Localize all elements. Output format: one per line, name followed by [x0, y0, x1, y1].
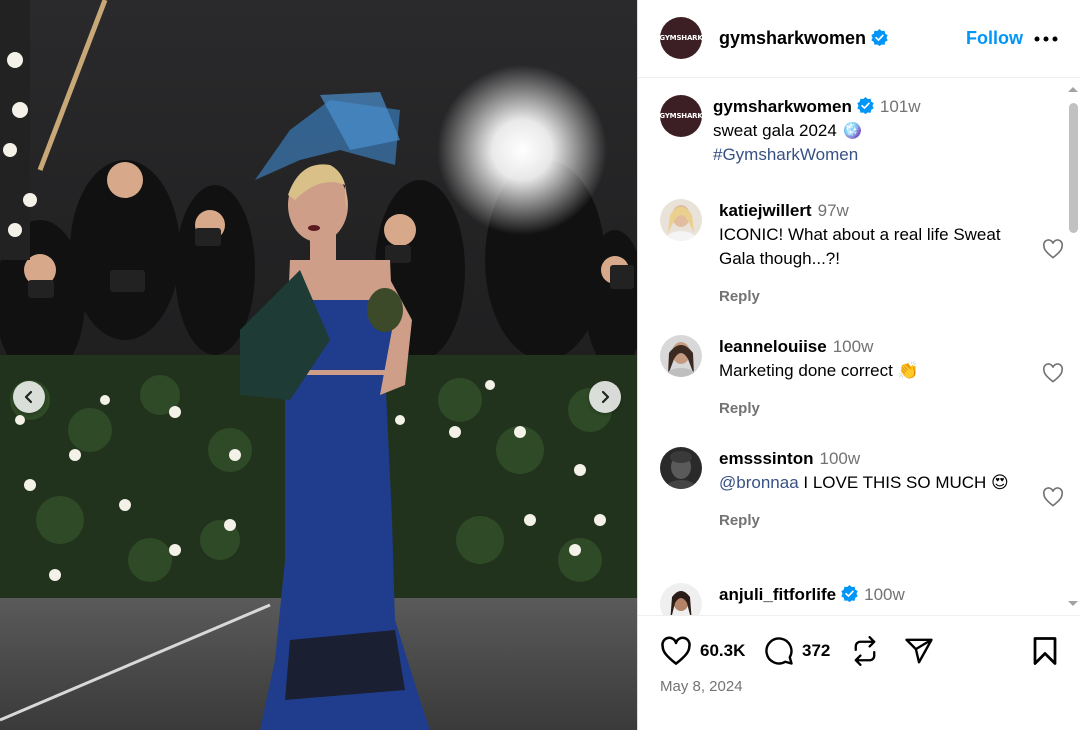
next-photo-button[interactable]: [589, 381, 621, 413]
reply-button[interactable]: Reply: [719, 509, 1009, 533]
header-username-text[interactable]: gymsharkwomen: [719, 28, 866, 48]
verified-icon: [871, 29, 888, 46]
avatar[interactable]: [660, 447, 702, 489]
repost-icon: [854, 636, 876, 666]
caption-age[interactable]: 101w: [880, 97, 921, 116]
prev-arrow-icon: [24, 390, 33, 404]
post-media[interactable]: [0, 0, 637, 730]
reply-button[interactable]: Reply: [719, 397, 1009, 421]
comment-button[interactable]: 372: [764, 636, 830, 666]
caption-text: sweat gala 2024 🪩: [713, 121, 863, 140]
next-arrow-icon: [601, 390, 610, 404]
comment-username[interactable]: emsssinton: [719, 449, 813, 468]
like-comment-heart-icon[interactable]: [1042, 239, 1064, 259]
save-button[interactable]: [1032, 636, 1058, 666]
scroll-up-arrow-icon[interactable]: [1067, 85, 1079, 93]
heart-icon: [661, 636, 691, 665]
avatar[interactable]: GYMSHARK: [659, 95, 703, 137]
caption-hashtag[interactable]: #GymsharkWomen: [713, 145, 858, 164]
share-icon: [905, 638, 933, 664]
comment-icon: [765, 637, 793, 665]
comment-age[interactable]: 100w: [864, 585, 905, 604]
scroll-down-arrow-icon[interactable]: [1067, 600, 1079, 608]
post-side-panel: GYMSHARK gymsharkwomen Follow GYMSHARK g…: [637, 0, 1080, 730]
verified-icon: [841, 585, 858, 602]
comment-mention[interactable]: @bronnaa: [719, 473, 799, 492]
reply-button[interactable]: Reply: [719, 285, 1009, 309]
comment-username[interactable]: anjuli_fitforlife: [719, 585, 836, 604]
post-date[interactable]: May 8, 2024: [660, 678, 743, 695]
avatar-brand-text: GYMSHARK: [659, 112, 703, 120]
post-header: GYMSHARK gymsharkwomen Follow: [638, 0, 1080, 78]
scrollbar-thumb[interactable]: [1069, 103, 1078, 233]
like-comment-heart-icon[interactable]: [1042, 487, 1064, 507]
more-icon[interactable]: [1034, 36, 1058, 42]
share-button[interactable]: [903, 636, 935, 666]
avatar[interactable]: [660, 199, 702, 241]
comments-section[interactable]: GYMSHARK gymsharkwomen 101w sweat gala 20…: [638, 79, 1080, 615]
comment-text: ICONIC! What about a real life Sweat Gal…: [719, 225, 1001, 268]
bookmark-icon: [1033, 637, 1057, 665]
verified-icon: [857, 97, 874, 114]
avatar[interactable]: [660, 583, 702, 615]
comment-count[interactable]: 372: [802, 641, 830, 661]
like-count[interactable]: 60.3K: [700, 641, 745, 661]
caption-username[interactable]: gymsharkwomen: [713, 97, 852, 116]
comment-text: Marketing done correct 👏: [719, 361, 919, 380]
comment-username[interactable]: leannelouiise: [719, 337, 827, 356]
repost-button[interactable]: [851, 636, 879, 666]
comment-text: I LOVE THIS SO MUCH 😍: [798, 473, 1009, 492]
header-username[interactable]: gymsharkwomen: [719, 28, 888, 49]
comment-age[interactable]: 97w: [818, 201, 849, 220]
avatar[interactable]: [660, 335, 702, 377]
comment-age[interactable]: 100w: [833, 337, 874, 356]
comment-username[interactable]: katiejwillert: [719, 201, 812, 220]
post-actions: 60.3K 372 May 8, 2024: [638, 615, 1080, 730]
comments-scrollbar[interactable]: [1066, 83, 1078, 613]
like-comment-heart-icon[interactable]: [1042, 363, 1064, 383]
like-button[interactable]: 60.3K: [660, 636, 745, 666]
post-photo: [0, 0, 637, 730]
avatar[interactable]: GYMSHARK: [659, 17, 703, 59]
comment-age[interactable]: 100w: [819, 449, 860, 468]
previous-photo-button[interactable]: [13, 381, 45, 413]
avatar-brand-text: GYMSHARK: [659, 34, 703, 42]
follow-button[interactable]: Follow: [966, 28, 1023, 49]
